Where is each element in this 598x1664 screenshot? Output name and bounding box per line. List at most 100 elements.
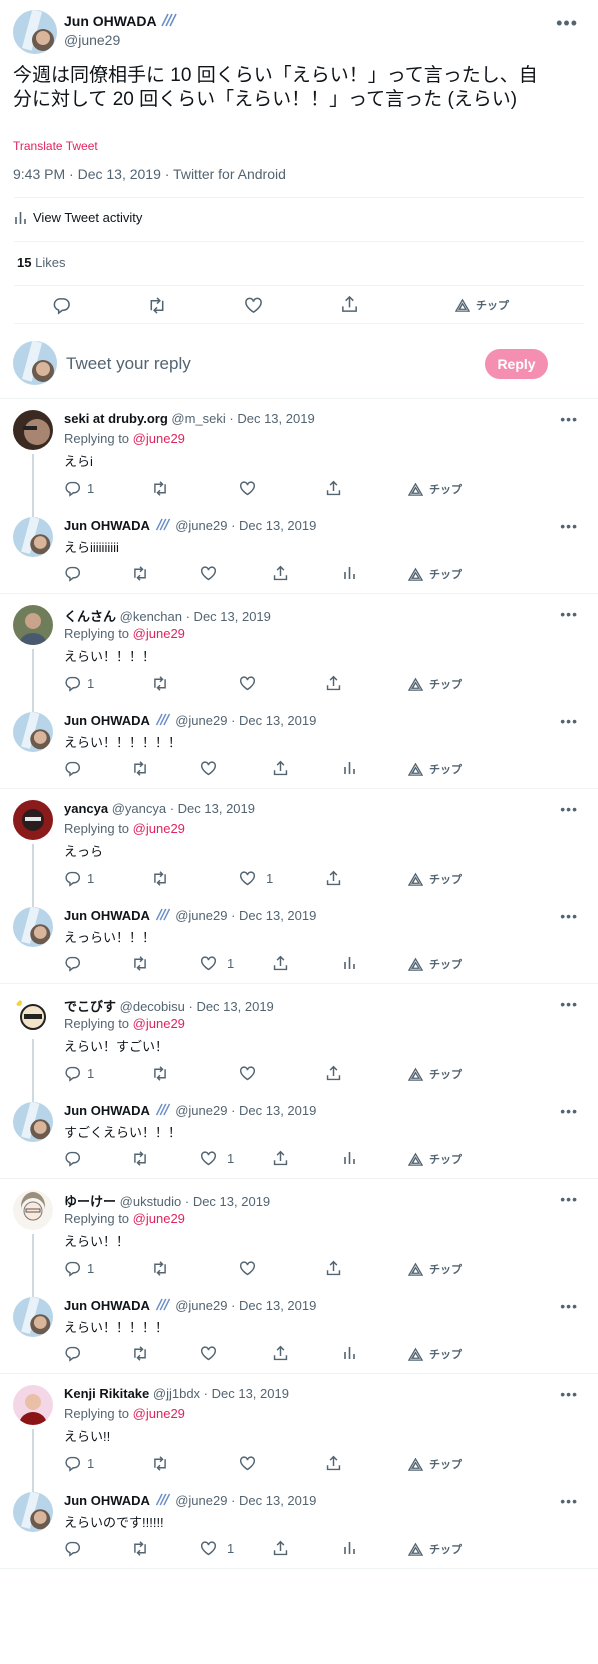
more-icon[interactable]: ••• [560,714,578,728]
user-handle[interactable]: @june29 [175,1298,227,1313]
user-handle[interactable]: @june29 [175,908,227,923]
avatar[interactable] [13,605,53,645]
avatar[interactable] [13,1102,53,1142]
avatar[interactable] [13,410,53,450]
user-handle[interactable]: @decobisu [120,999,185,1014]
more-icon[interactable]: ••• [560,607,578,621]
retweet-button[interactable] [131,565,149,582]
more-icon[interactable]: ••• [560,1387,578,1401]
tip-button[interactable]: チップ [408,1261,462,1277]
share-button[interactable] [272,1540,289,1557]
tip-button[interactable]: チップ [408,1151,462,1167]
reply-button[interactable]: 1 [64,1260,94,1277]
reply-button[interactable] [64,760,81,777]
user-name[interactable]: seki at druby.org [64,411,168,426]
retweet-button[interactable] [151,1260,169,1277]
tip-button[interactable]: チップ [408,1541,462,1557]
analytics-button[interactable] [343,565,356,580]
like-button[interactable] [239,1065,266,1082]
mention-link[interactable]: @june29 [133,1016,185,1031]
user-name[interactable]: でこびす [64,999,116,1014]
retweet-button[interactable] [147,296,167,315]
reply-button[interactable] [64,1540,81,1557]
more-icon[interactable]: ••• [560,1104,578,1118]
tweet-date[interactable]: · Dec 13, 2019 [166,801,255,816]
user-handle[interactable]: @ukstudio [120,1194,182,1209]
user-handle[interactable]: @june29 [175,518,227,533]
tweet-date[interactable]: · Dec 13, 2019 [227,1298,316,1313]
mention-link[interactable]: @june29 [133,626,185,641]
user-handle[interactable]: @june29 [175,1493,227,1508]
tweet-date[interactable]: · Dec 13, 2019 [182,609,271,624]
share-button[interactable] [340,295,359,314]
retweet-button[interactable] [131,1345,149,1362]
reply-button[interactable]: 1 [64,480,94,497]
retweet-button[interactable] [131,955,149,972]
analytics-button[interactable] [343,955,356,970]
avatar[interactable] [13,517,53,557]
author-name[interactable]: Jun OHWADA [64,13,156,29]
user-name[interactable]: Jun OHWADA [64,713,150,728]
avatar[interactable] [13,995,53,1035]
share-button[interactable] [325,480,342,497]
user-name[interactable]: Kenji Rikitake [64,1386,149,1401]
user-handle[interactable]: @jj1bdx [153,1386,200,1401]
user-name[interactable]: Jun OHWADA [64,518,150,533]
share-button[interactable] [272,1345,289,1362]
retweet-button[interactable] [151,870,169,887]
tweet-date[interactable]: · Dec 13, 2019 [227,713,316,728]
share-button[interactable] [325,675,342,692]
user-handle[interactable]: @kenchan [120,609,182,624]
like-button[interactable] [239,1260,266,1277]
more-icon[interactable]: ••• [560,1299,578,1313]
tip-button[interactable]: チップ [408,566,462,582]
share-button[interactable] [325,1065,342,1082]
user-name[interactable]: くんさん [64,609,116,624]
reply-button[interactable] [64,565,81,582]
tip-button[interactable]: チップ [408,956,462,972]
more-icon[interactable]: ••• [560,1494,578,1508]
more-icon[interactable]: ••• [560,997,578,1011]
retweet-button[interactable] [131,1150,149,1167]
analytics-button[interactable] [343,1540,356,1555]
reply-submit-button[interactable]: Reply [485,349,548,379]
reply-button[interactable]: 1 [64,675,94,692]
reply-button[interactable]: 1 [64,870,94,887]
tip-button[interactable]: チップ [408,1066,462,1082]
tweet-date[interactable]: · Dec 13, 2019 [185,999,274,1014]
tip-button[interactable]: チップ [408,481,462,497]
tip-button[interactable]: チップ [408,1456,462,1472]
reply-button[interactable] [64,1150,81,1167]
like-button[interactable]: 1 [200,1150,234,1167]
user-handle[interactable]: @june29 [175,713,227,728]
tweet-date[interactable]: · Dec 13, 2019 [226,411,314,426]
user-name[interactable]: Jun OHWADA [64,1298,150,1313]
like-button[interactable]: 1 [200,955,234,972]
tip-button[interactable]: チップ [408,871,462,887]
translate-link[interactable]: Translate Tweet [13,139,98,153]
avatar[interactable] [13,1297,53,1337]
share-button[interactable] [272,1150,289,1167]
mention-link[interactable]: @june29 [133,1406,185,1421]
share-button[interactable] [325,870,342,887]
reply-input[interactable]: Tweet your reply [66,354,191,374]
avatar[interactable] [13,712,53,752]
more-icon[interactable]: ••• [560,802,578,816]
reply-button[interactable]: 1 [64,1455,94,1472]
tweet-date[interactable]: · Dec 13, 2019 [227,908,316,923]
like-button[interactable]: 1 [200,1540,234,1557]
user-handle[interactable]: @yancya [112,801,166,816]
like-button[interactable] [239,675,266,692]
retweet-button[interactable] [151,675,169,692]
more-icon[interactable]: ••• [560,909,578,923]
tip-button[interactable]: チップ [408,1346,462,1362]
user-name[interactable]: yancya [64,801,108,816]
share-button[interactable] [272,760,289,777]
share-button[interactable] [272,955,289,972]
user-name[interactable]: ゆーけー [64,1194,116,1209]
reply-button[interactable]: 1 [64,1065,94,1082]
user-handle[interactable]: @june29 [175,1103,227,1118]
reply-button[interactable] [64,1345,81,1362]
like-button[interactable] [239,1455,266,1472]
like-button[interactable] [200,1345,227,1362]
